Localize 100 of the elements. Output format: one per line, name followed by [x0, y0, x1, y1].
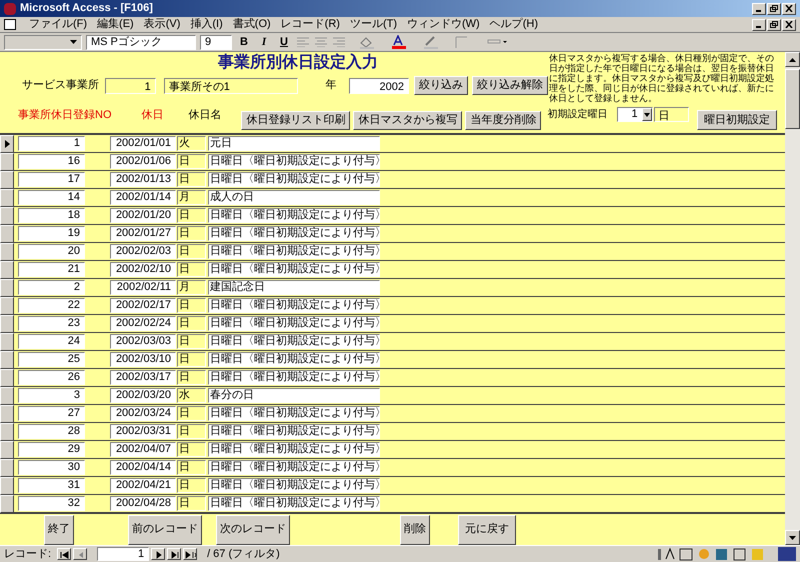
holiday-name-field[interactable]: 日曜日〈曜日初期設定により付与〉: [208, 460, 380, 475]
initialize-weekday-button[interactable]: 曜日初期設定: [696, 110, 777, 130]
holiday-name-field[interactable]: 日曜日〈曜日初期設定により付与〉: [208, 226, 380, 241]
holiday-date-field[interactable]: 2002/02/17: [110, 298, 176, 313]
holiday-number-field[interactable]: 24: [18, 334, 85, 349]
record-selector[interactable]: [0, 368, 14, 386]
weekday-field[interactable]: 水: [177, 388, 206, 403]
year-field[interactable]: 2002: [348, 78, 409, 94]
weekday-field[interactable]: 日: [177, 244, 206, 259]
holiday-date-field[interactable]: 2002/04/28: [110, 496, 176, 511]
record-number-field[interactable]: 1: [97, 547, 150, 561]
holiday-number-field[interactable]: 1: [18, 136, 85, 151]
holiday-date-field[interactable]: 2002/03/24: [110, 406, 176, 421]
holiday-number-field[interactable]: 19: [18, 226, 85, 241]
weekday-field[interactable]: 月: [177, 280, 206, 295]
record-selector[interactable]: [0, 332, 14, 350]
holiday-number-field[interactable]: 20: [18, 244, 85, 259]
record-selector[interactable]: [0, 404, 14, 422]
holiday-name-field[interactable]: 日曜日〈曜日初期設定により付与〉: [208, 442, 380, 457]
holiday-name-field[interactable]: 建国記念日: [208, 280, 380, 295]
holiday-date-field[interactable]: 2002/01/01: [110, 136, 176, 151]
menu-item[interactable]: 編集(E): [92, 16, 139, 33]
holiday-number-field[interactable]: 22: [18, 298, 85, 313]
weekday-field[interactable]: 日: [177, 460, 206, 475]
holiday-date-field[interactable]: 2002/04/14: [110, 460, 176, 475]
action-button[interactable]: 休日登録リスト印刷: [241, 110, 350, 130]
holiday-name-field[interactable]: 元日: [208, 136, 380, 151]
unfilter-button[interactable]: 絞り込み解除: [472, 76, 548, 95]
holiday-name-field[interactable]: 日曜日〈曜日初期設定により付与〉: [208, 406, 380, 421]
record-selector[interactable]: [0, 206, 14, 224]
record-selector[interactable]: [0, 476, 14, 494]
weekday-field[interactable]: 日: [177, 442, 206, 457]
record-selector[interactable]: [0, 350, 14, 368]
office-name-field[interactable]: 事業所その1: [164, 78, 298, 94]
holiday-date-field[interactable]: 2002/02/11: [110, 280, 176, 295]
weekday-field[interactable]: 日: [177, 316, 206, 331]
holiday-name-field[interactable]: 春分の日: [208, 388, 380, 403]
scroll-down-icon[interactable]: [789, 536, 796, 540]
menu-item[interactable]: 挿入(I): [185, 16, 228, 33]
holiday-number-field[interactable]: 30: [18, 460, 85, 475]
record-selector[interactable]: [0, 440, 14, 458]
holiday-number-field[interactable]: 28: [18, 424, 85, 439]
holiday-number-field[interactable]: 29: [18, 442, 85, 457]
first-record-icon[interactable]: [57, 548, 72, 560]
record-selector[interactable]: [0, 386, 14, 404]
holiday-name-field[interactable]: 日曜日〈曜日初期設定により付与〉: [208, 478, 380, 493]
minimize-form-icon[interactable]: [752, 18, 766, 30]
holiday-number-field[interactable]: 27: [18, 406, 85, 421]
holiday-date-field[interactable]: 2002/02/03: [110, 244, 176, 259]
record-selector[interactable]: [0, 494, 14, 512]
holiday-name-field[interactable]: 日曜日〈曜日初期設定により付与〉: [208, 316, 380, 331]
scroll-thumb[interactable]: [785, 69, 800, 129]
holiday-date-field[interactable]: 2002/01/14: [110, 190, 176, 205]
action-button[interactable]: 当年度分削除: [465, 110, 542, 130]
minimize-window-icon[interactable]: [752, 2, 766, 14]
holiday-number-field[interactable]: 14: [18, 190, 85, 205]
previous-record-icon[interactable]: [73, 548, 88, 560]
footer-button[interactable]: 元に戻す: [458, 514, 516, 544]
holiday-number-field[interactable]: 21: [18, 262, 85, 277]
menu-item[interactable]: ウィンドウ(W): [402, 16, 485, 33]
weekday-field[interactable]: 日: [177, 226, 206, 241]
filter-button[interactable]: 絞り込み: [414, 76, 468, 95]
holiday-number-field[interactable]: 31: [18, 478, 85, 493]
last-record-icon[interactable]: [167, 548, 182, 560]
font-dropdown[interactable]: MS Pゴシック: [86, 34, 196, 50]
holiday-date-field[interactable]: 2002/03/03: [110, 334, 176, 349]
bold-button[interactable]: B: [236, 34, 252, 50]
holiday-date-field[interactable]: 2002/03/31: [110, 424, 176, 439]
holiday-name-field[interactable]: 日曜日〈曜日初期設定により付与〉: [208, 334, 380, 349]
record-selector[interactable]: [0, 152, 14, 170]
holiday-number-field[interactable]: 3: [18, 388, 85, 403]
menu-item[interactable]: ツール(T): [344, 16, 402, 33]
record-selector[interactable]: [0, 296, 14, 314]
holiday-date-field[interactable]: 2002/02/24: [110, 316, 176, 331]
action-button[interactable]: 休日マスタから複写: [353, 110, 462, 130]
footer-button[interactable]: 前のレコード: [128, 514, 202, 544]
record-selector[interactable]: [0, 170, 14, 188]
restore-form-icon[interactable]: [767, 18, 781, 30]
weekday-field[interactable]: 日: [177, 352, 206, 367]
holiday-name-field[interactable]: 日曜日〈曜日初期設定により付与〉: [208, 424, 380, 439]
weekday-field[interactable]: 月: [177, 190, 206, 205]
initial-weekday-field[interactable]: 日: [654, 107, 689, 122]
weekday-field[interactable]: 日: [177, 496, 206, 511]
weekday-field[interactable]: 日: [177, 208, 206, 223]
new-record-icon[interactable]: [183, 548, 198, 560]
holiday-date-field[interactable]: 2002/03/10: [110, 352, 176, 367]
menu-item[interactable]: 書式(O): [228, 16, 276, 33]
holiday-number-field[interactable]: 17: [18, 172, 85, 187]
weekday-field[interactable]: 日: [177, 406, 206, 421]
holiday-name-field[interactable]: 日曜日〈曜日初期設定により付与〉: [208, 370, 380, 385]
record-selector[interactable]: [0, 260, 14, 278]
weekday-field[interactable]: 日: [177, 478, 206, 493]
record-selector[interactable]: [0, 242, 14, 260]
holiday-date-field[interactable]: 2002/01/27: [110, 226, 176, 241]
holiday-name-field[interactable]: 成人の日: [208, 190, 380, 205]
vertical-scrollbar[interactable]: [785, 52, 800, 545]
holiday-number-field[interactable]: 32: [18, 496, 85, 511]
holiday-date-field[interactable]: 2002/01/13: [110, 172, 176, 187]
holiday-date-field[interactable]: 2002/04/07: [110, 442, 176, 457]
holiday-name-field[interactable]: 日曜日〈曜日初期設定により付与〉: [208, 154, 380, 169]
